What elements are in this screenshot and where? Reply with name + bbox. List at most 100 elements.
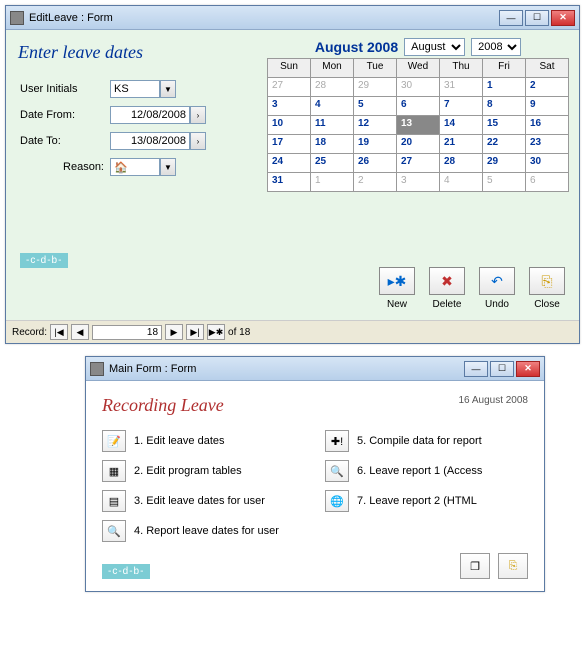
new-button[interactable]: ▸✱ [379, 267, 415, 295]
calendar-day[interactable]: 10 [268, 116, 311, 135]
menu-item-label: 7. Leave report 2 (HTML [357, 495, 477, 507]
calendar-day[interactable]: 5 [354, 97, 397, 116]
menu-item-button[interactable]: 📝 [102, 430, 126, 452]
calendar-day[interactable]: 9 [526, 97, 569, 116]
record-number-input[interactable] [92, 325, 162, 340]
calendar-day[interactable]: 1 [483, 78, 526, 97]
menu-item-label: 1. Edit leave dates [134, 435, 225, 447]
calendar-title: August 2008 [315, 39, 398, 55]
calendar-day[interactable]: 11 [311, 116, 354, 135]
calendar-day[interactable]: 14 [440, 116, 483, 135]
form-icon [10, 11, 24, 25]
calendar-day[interactable]: 3 [397, 173, 440, 192]
record-label: Record: [12, 327, 47, 338]
delete-button[interactable]: ✖ [429, 267, 465, 295]
record-last-button[interactable]: ▶| [186, 324, 204, 340]
calendar-day[interactable]: 7 [440, 97, 483, 116]
calendar-day[interactable]: 29 [354, 78, 397, 97]
copy-button[interactable]: ❐ [460, 553, 490, 579]
calendar-day[interactable]: 2 [526, 78, 569, 97]
calendar-day[interactable]: 24 [268, 154, 311, 173]
close-label: Close [534, 299, 560, 310]
record-prev-button[interactable]: ◀ [71, 324, 89, 340]
calendar-day[interactable]: 5 [483, 173, 526, 192]
maximize-button[interactable]: ☐ [525, 10, 549, 26]
date-from-input[interactable] [110, 106, 190, 124]
titlebar[interactable]: EditLeave : Form — ☐ ✕ [6, 6, 579, 30]
menu-item-button[interactable]: 🔍 [325, 460, 349, 482]
calendar-day[interactable]: 4 [311, 97, 354, 116]
calendar-day[interactable]: 3 [268, 97, 311, 116]
close-form-button[interactable]: ⎘ [498, 553, 528, 579]
undo-button[interactable]: ↶ [479, 267, 515, 295]
record-of-label: of 18 [228, 327, 250, 338]
label-date-to: Date To: [20, 135, 110, 147]
calendar-day[interactable]: 13 [397, 116, 440, 135]
month-select[interactable]: August [404, 38, 465, 56]
calendar-day[interactable]: 31 [440, 78, 483, 97]
delete-label: Delete [433, 299, 462, 310]
calendar-day[interactable]: 18 [311, 135, 354, 154]
calendar-day-header: Thu [440, 59, 483, 78]
record-next-button[interactable]: ▶ [165, 324, 183, 340]
editleave-window: EditLeave : Form — ☐ ✕ Enter leave dates… [5, 5, 580, 344]
window-title: Main Form : Form [109, 363, 464, 375]
menu-item-label: 5. Compile data for report [357, 435, 482, 447]
calendar-day[interactable]: 21 [440, 135, 483, 154]
minimize-button[interactable]: — [499, 10, 523, 26]
menu-item-label: 6. Leave report 1 (Access [357, 465, 482, 477]
close-form-button[interactable]: ⎘ [529, 267, 565, 295]
calendar-day[interactable]: 30 [526, 154, 569, 173]
calendar-day[interactable]: 20 [397, 135, 440, 154]
calendar-day[interactable]: 8 [483, 97, 526, 116]
calendar-day[interactable]: 16 [526, 116, 569, 135]
date-from-picker[interactable]: › [190, 106, 206, 124]
calendar-day[interactable]: 25 [311, 154, 354, 173]
calendar-day[interactable]: 27 [268, 78, 311, 97]
menu-item-button[interactable]: ✚! [325, 430, 349, 452]
calendar-day[interactable]: 29 [483, 154, 526, 173]
titlebar[interactable]: Main Form : Form — ☐ ✕ [86, 357, 544, 381]
calendar-day[interactable]: 30 [397, 78, 440, 97]
menu-item-button[interactable]: 🔍 [102, 520, 126, 542]
calendar-day[interactable]: 27 [397, 154, 440, 173]
user-initials-dropdown[interactable]: ▼ [160, 80, 176, 98]
menu-item: 🌐 7. Leave report 2 (HTML [325, 490, 528, 512]
calendar-day[interactable]: 28 [311, 78, 354, 97]
date-to-input[interactable] [110, 132, 190, 150]
calendar-day[interactable]: 23 [526, 135, 569, 154]
minimize-button[interactable]: — [464, 361, 488, 377]
calendar-day[interactable]: 4 [440, 173, 483, 192]
calendar-day-header: Fri [483, 59, 526, 78]
record-new-button[interactable]: ▶✱ [207, 324, 225, 340]
undo-label: Undo [485, 299, 509, 310]
menu-item-button[interactable]: ▦ [102, 460, 126, 482]
calendar-day-header: Wed [397, 59, 440, 78]
calendar-day[interactable]: 26 [354, 154, 397, 173]
calendar-day-header: Sat [526, 59, 569, 78]
calendar-day[interactable]: 2 [354, 173, 397, 192]
menu-item: ✚! 5. Compile data for report [325, 430, 528, 452]
close-button[interactable]: ✕ [551, 10, 575, 26]
menu-item-label: 4. Report leave dates for user [134, 525, 279, 537]
calendar-day[interactable]: 28 [440, 154, 483, 173]
calendar-day[interactable]: 19 [354, 135, 397, 154]
year-select[interactable]: 2008 [471, 38, 521, 56]
menu-item-button[interactable]: ▤ [102, 490, 126, 512]
close-button[interactable]: ✕ [516, 361, 540, 377]
reason-input[interactable] [110, 158, 160, 176]
calendar-day[interactable]: 6 [526, 173, 569, 192]
user-initials-input[interactable] [110, 80, 160, 98]
maximize-button[interactable]: ☐ [490, 361, 514, 377]
reason-dropdown[interactable]: ▼ [160, 158, 176, 176]
menu-item-button[interactable]: 🌐 [325, 490, 349, 512]
date-to-picker[interactable]: › [190, 132, 206, 150]
calendar-day[interactable]: 6 [397, 97, 440, 116]
record-first-button[interactable]: |◀ [50, 324, 68, 340]
calendar-day[interactable]: 15 [483, 116, 526, 135]
calendar-day[interactable]: 12 [354, 116, 397, 135]
calendar-day[interactable]: 1 [311, 173, 354, 192]
calendar-day[interactable]: 22 [483, 135, 526, 154]
calendar-day[interactable]: 17 [268, 135, 311, 154]
calendar-day[interactable]: 31 [268, 173, 311, 192]
